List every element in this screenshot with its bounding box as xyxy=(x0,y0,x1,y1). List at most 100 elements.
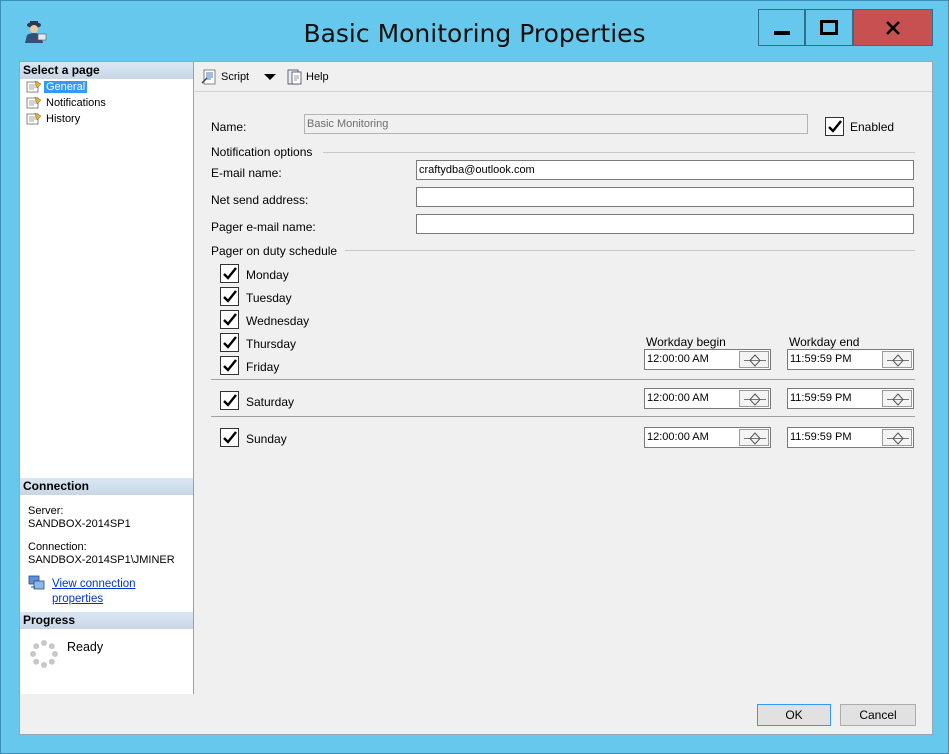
time-value: 11:59:59 PM xyxy=(790,392,852,404)
name-label: Name: xyxy=(211,120,247,134)
time-value: 11:59:59 PM xyxy=(790,431,852,443)
email-name-input[interactable]: craftydba@outlook.com xyxy=(416,160,914,180)
help-label: Help xyxy=(306,71,329,83)
monday-checkbox[interactable] xyxy=(220,264,239,283)
group-divider xyxy=(345,250,915,251)
connection-value: SANDBOX-2014SP1\JMINER xyxy=(28,554,175,566)
time-value: 11:59:59 PM xyxy=(790,353,852,365)
workday-begin-label: Workday begin xyxy=(646,335,726,349)
spinner-arrows-icon xyxy=(887,432,909,445)
close-icon xyxy=(886,20,900,35)
monday-label: Monday xyxy=(246,268,289,282)
page-item-label: General xyxy=(44,81,88,93)
net-send-address-input[interactable] xyxy=(416,187,914,207)
thursday-checkbox[interactable] xyxy=(220,333,239,352)
maximize-button[interactable] xyxy=(805,9,853,46)
server-value: SANDBOX-2014SP1 xyxy=(28,518,131,530)
spinner-arrows-icon xyxy=(887,354,909,367)
title-bar[interactable]: Basic Monitoring Properties xyxy=(1,1,948,61)
progress-header: Progress xyxy=(20,612,193,629)
page-icon xyxy=(26,112,42,126)
server-label: Server: xyxy=(28,505,64,517)
toolbar: Script Help xyxy=(195,62,932,92)
saturday-checkbox[interactable] xyxy=(220,391,239,410)
wednesday-label: Wednesday xyxy=(246,314,310,328)
time-spinner[interactable] xyxy=(739,390,769,407)
friday-checkbox[interactable] xyxy=(220,356,239,375)
tuesday-checkbox[interactable] xyxy=(220,287,239,306)
workday-end-label: Workday end xyxy=(789,335,860,349)
friday-label: Friday xyxy=(246,360,280,374)
dialog-window: Basic Monitoring Properties Select a pag… xyxy=(0,0,949,754)
wednesday-checkbox[interactable] xyxy=(220,310,239,329)
link-line-1: View connection xyxy=(52,578,136,590)
script-button[interactable]: Script xyxy=(201,69,249,85)
sunday-checkbox[interactable] xyxy=(220,428,239,447)
checkmark-icon xyxy=(828,120,842,133)
right-pane: Script Help Name: Basic Monitoring Enabl… xyxy=(195,62,932,694)
checkmark-icon xyxy=(223,431,237,444)
time-spinner[interactable] xyxy=(739,351,769,368)
help-button[interactable]: Help xyxy=(286,69,329,85)
weekday-end-time-picker[interactable]: 11:59:59 PM xyxy=(787,349,914,370)
pager-email-name-label: Pager e-mail name: xyxy=(211,220,316,234)
pager-schedule-group-label: Pager on duty schedule xyxy=(211,244,338,258)
sunday-begin-time-picker[interactable]: 12:00:00 AM xyxy=(644,427,771,448)
thursday-label: Thursday xyxy=(246,337,297,351)
schedule-separator xyxy=(211,379,915,380)
saturday-end-time-picker[interactable]: 11:59:59 PM xyxy=(787,388,914,409)
minimize-icon xyxy=(773,30,790,35)
maximize-icon xyxy=(820,20,838,35)
ok-button[interactable]: OK xyxy=(757,704,831,726)
page-icon xyxy=(26,96,42,110)
enabled-checkbox[interactable] xyxy=(825,117,844,136)
progress-status: Ready xyxy=(67,640,104,654)
spinner-arrows-icon xyxy=(744,354,766,367)
page-icon xyxy=(26,80,42,94)
checkmark-icon xyxy=(223,313,237,326)
time-spinner[interactable] xyxy=(882,351,912,368)
connection-properties-icon xyxy=(28,575,46,591)
spinner-arrows-icon xyxy=(744,432,766,445)
page-item-label: History xyxy=(46,113,81,125)
script-icon xyxy=(201,69,216,85)
page-item-notifications[interactable]: Notifications xyxy=(26,95,108,111)
sunday-end-time-picker[interactable]: 11:59:59 PM xyxy=(787,427,914,448)
minimize-button[interactable] xyxy=(758,9,805,46)
time-value: 12:00:00 AM xyxy=(647,392,709,404)
progress-spinner-icon xyxy=(29,639,59,669)
checkmark-icon xyxy=(223,290,237,303)
tuesday-label: Tuesday xyxy=(246,291,292,305)
time-spinner[interactable] xyxy=(882,429,912,446)
link-line-2: properties xyxy=(52,593,104,605)
notification-options-group-label: Notification options xyxy=(211,145,313,159)
group-divider xyxy=(323,152,915,153)
time-value: 12:00:00 AM xyxy=(647,353,709,365)
page-item-history[interactable]: History xyxy=(26,111,82,127)
connection-label: Connection: xyxy=(28,541,87,553)
close-button[interactable] xyxy=(853,9,933,46)
script-dropdown-arrow-icon[interactable] xyxy=(264,74,276,80)
spinner-arrows-icon xyxy=(887,393,909,406)
saturday-begin-time-picker[interactable]: 12:00:00 AM xyxy=(644,388,771,409)
name-field: Basic Monitoring xyxy=(304,114,808,134)
page-item-label: Notifications xyxy=(46,97,106,109)
cancel-button[interactable]: Cancel xyxy=(840,704,916,726)
left-pane: Select a page General Notifications Hist… xyxy=(20,62,194,694)
time-spinner[interactable] xyxy=(882,390,912,407)
saturday-label: Saturday xyxy=(246,395,295,409)
time-spinner[interactable] xyxy=(739,429,769,446)
connection-header: Connection xyxy=(20,478,193,495)
net-send-address-label: Net send address: xyxy=(211,193,309,207)
weekday-begin-time-picker[interactable]: 12:00:00 AM xyxy=(644,349,771,370)
checkmark-icon xyxy=(223,394,237,407)
pager-email-name-input[interactable] xyxy=(416,214,914,234)
select-page-header: Select a page xyxy=(20,62,193,79)
view-connection-properties-link[interactable]: View connection properties xyxy=(52,577,136,607)
help-icon xyxy=(287,69,302,85)
page-item-general[interactable]: General xyxy=(26,79,88,95)
schedule-separator xyxy=(211,416,915,417)
script-label: Script xyxy=(221,71,250,83)
checkmark-icon xyxy=(223,359,237,372)
checkmark-icon xyxy=(223,336,237,349)
